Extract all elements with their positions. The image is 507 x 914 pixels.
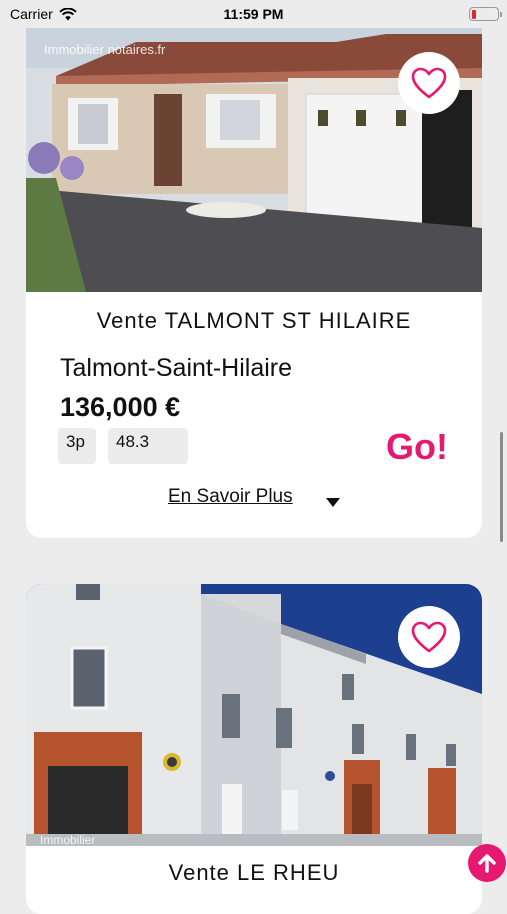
rooms-badge: 3p: [58, 428, 96, 464]
arrow-up-icon: [478, 854, 496, 873]
listing-city: Talmont-Saint-Hilaire: [60, 354, 293, 382]
surface-badge: 48.3: [108, 428, 188, 464]
favorite-button[interactable]: [398, 606, 460, 668]
listing-title: Vente TALMONT ST HILAIRE: [96, 308, 412, 333]
heart-icon: [411, 67, 447, 99]
favorite-button[interactable]: [398, 52, 460, 114]
chevron-down-icon[interactable]: [326, 498, 340, 507]
listing-title: Vente LE RHEU: [168, 860, 340, 885]
status-bar: Carrier 11:59 PM: [0, 0, 507, 28]
scroll-top-button[interactable]: [468, 844, 506, 882]
scrollbar[interactable]: [500, 432, 503, 542]
go-button[interactable]: Go!: [386, 426, 448, 468]
watermark: Immobilier notaires.fr: [44, 42, 166, 57]
listing-card[interactable]: Immobilier Vente LE RHEU: [26, 584, 482, 914]
carrier-label: Carrier: [10, 6, 53, 22]
wifi-icon: [59, 7, 77, 20]
battery-icon: [469, 7, 502, 21]
watermark: Immobilier: [40, 833, 95, 846]
more-info-link[interactable]: En Savoir Plus: [168, 486, 293, 508]
heart-icon: [411, 621, 447, 653]
status-left: Carrier: [10, 6, 77, 22]
listing-card[interactable]: Immobilier notaires.fr Vente TALMONT ST …: [26, 28, 482, 538]
listing-price: 136,000 €: [60, 392, 181, 422]
